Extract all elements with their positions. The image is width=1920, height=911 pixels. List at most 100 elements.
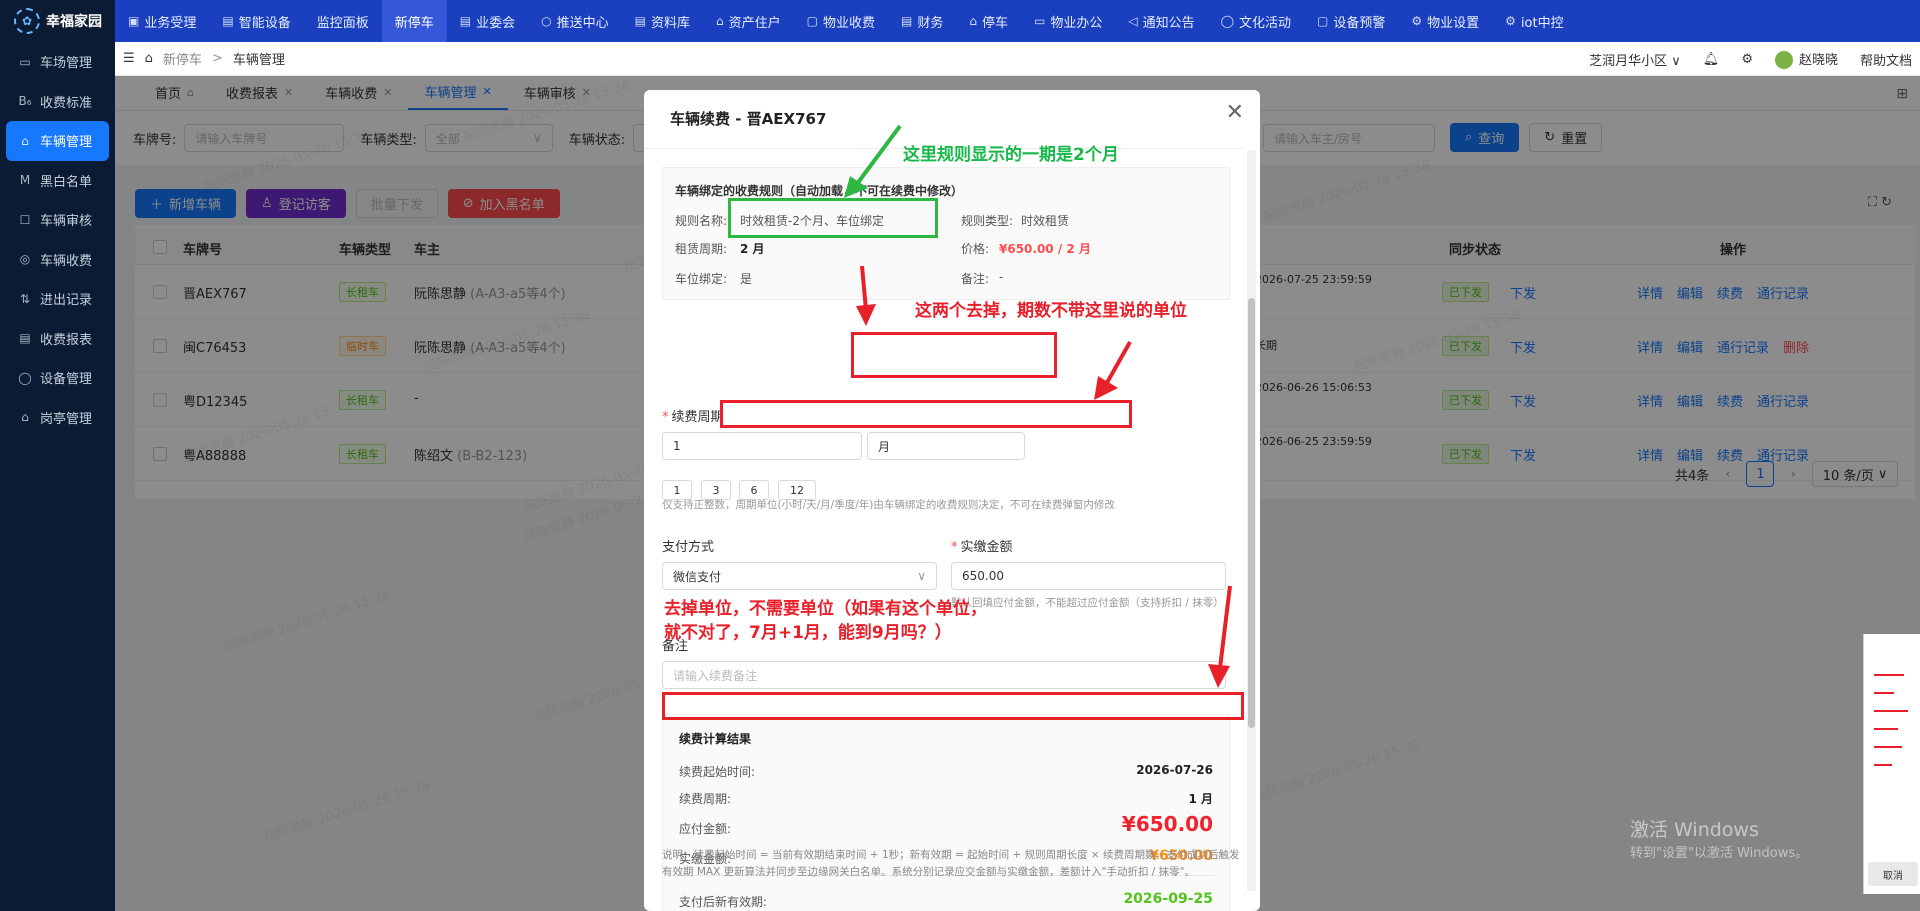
topnav-item-3[interactable]: 新停车 (381, 0, 447, 42)
topnav-label: 财务 (917, 15, 944, 31)
calc-period-label: 续费周期: (679, 792, 732, 806)
topnav-item-4[interactable]: ▤ 业委会 (447, 0, 528, 42)
help-doc-link[interactable]: 帮助文档 (1860, 50, 1912, 69)
user-name: 赵晓晓 (1798, 52, 1838, 68)
sidebar-item-icon: M (19, 173, 31, 188)
close-icon[interactable]: ✕ (1226, 100, 1244, 125)
sidebar-item-1[interactable]: B₆ 收费标准 (0, 82, 115, 122)
amount-hint: 默认回填应付金额，不能超过应付金额（支持折扣 / 抹零） (951, 597, 1224, 609)
period-input[interactable]: 1 (662, 432, 862, 460)
sidebar-item-9[interactable]: ⌂ 岗亭管理 (0, 398, 115, 438)
sidebar-item-icon: ⌂ (21, 133, 29, 148)
rule-price-value: ¥650.00 / 2 月 (999, 242, 1091, 256)
unit-input[interactable]: 月 (867, 432, 1025, 460)
rule-name-label: 规则名称: (675, 214, 728, 228)
topnav-icon: ○ (541, 14, 552, 28)
topnav-icon: ▤ (222, 14, 234, 28)
app-logo[interactable]: ✿ 幸福家园 (0, 0, 115, 42)
amount-input[interactable]: 650.00 (951, 562, 1226, 590)
calc-due-label: 应付金额: (679, 822, 732, 836)
breadcrumb-separator: > (211, 51, 223, 66)
sidebar-item-label: 车场管理 (40, 56, 93, 72)
remark-input[interactable]: 请输入续费备注 (662, 661, 1226, 689)
app-title: 幸福家园 (46, 14, 102, 30)
topnav-icon: ▭ (1033, 14, 1046, 28)
topnav-icon: ▢ (1317, 14, 1329, 28)
topnav-item-9[interactable]: ▤ 财务 (888, 0, 956, 42)
sidebar-item-icon: ☐ (19, 212, 31, 227)
calc-title: 续费计算结果 (679, 732, 752, 746)
gear-icon[interactable]: ⚙ (1741, 52, 1753, 67)
topnav-item-0[interactable]: ▣ 业务受理 (115, 0, 209, 42)
topnav-item-8[interactable]: ▢ 物业收费 (794, 0, 888, 42)
scrollbar-thumb[interactable] (1248, 298, 1255, 728)
topnav-icon: ▣ (128, 14, 140, 28)
topnav-label: 物业设置 (1427, 15, 1480, 31)
topnav-item-6[interactable]: ▤ 资料库 (622, 0, 703, 42)
red-arrow-icon (1094, 341, 1132, 400)
calc-new-label: 支付后新有效期: (679, 895, 768, 909)
topnav-item-14[interactable]: ▢ 设备预警 (1304, 0, 1398, 42)
chevron-down-icon: ∨ (917, 569, 926, 583)
avatar (1774, 51, 1793, 70)
topnav-item-2[interactable]: 监控面板 (304, 0, 382, 42)
side-thumbnail-panel: 取消 (1863, 634, 1920, 894)
menu-fold-icon[interactable]: ☰ (123, 51, 135, 66)
topnav-icon: ⌂ (715, 14, 724, 28)
sidebar-item-icon: ◎ (19, 252, 31, 267)
user-menu[interactable]: 赵晓晓 (1774, 49, 1838, 70)
calc-due-value: ¥650.00 (1121, 812, 1213, 836)
topnav-item-11[interactable]: ▭ 物业办公 (1021, 0, 1115, 42)
sidebar-item-label: 黑白名单 (40, 174, 93, 190)
topnav-icon: ▤ (900, 14, 913, 28)
windows-activation-subtitle: 转到"设置"以激活 Windows。 (1630, 846, 1809, 861)
topnav-item-13[interactable]: ◯ 文化活动 (1208, 0, 1304, 42)
topnav-item-7[interactable]: ⌂ 资产住户 (703, 0, 794, 42)
topnav-icon: ⚙ (1505, 14, 1516, 28)
rule-heading: 车辆绑定的收费规则（自动加载，不可在续费中修改） (675, 184, 964, 198)
rule-type-label: 规则类型: (961, 214, 1014, 228)
sidebar-item-icon: B₆ (18, 94, 32, 109)
period-hint: 仅支持正整数，周期单位(小时/天/月/季度/年)由车辆绑定的收费规则决定，不可在… (662, 499, 1115, 511)
breadcrumb-parent[interactable]: 新停车 (163, 49, 202, 68)
sidebar-item-5[interactable]: ◎ 车辆收费 (0, 240, 115, 280)
thumb-line (1874, 746, 1902, 748)
calc-start-value: 2026-07-26 (1136, 763, 1213, 777)
bell-icon[interactable]: 🔔︎ (1703, 52, 1720, 67)
thumb-cancel-button[interactable]: 取消 (1868, 862, 1918, 886)
topnav-item-12[interactable]: ◁ 通知公告 (1115, 0, 1207, 42)
sidebar-item-label: 车辆审核 (40, 214, 93, 230)
sidebar-item-label: 设备管理 (40, 372, 93, 388)
pay-method-select[interactable]: 微信支付 ∨ (662, 562, 937, 590)
topnav-label: 资料库 (650, 15, 690, 31)
thumb-line (1874, 728, 1898, 730)
sidebar-item-0[interactable]: ▭ 车场管理 (0, 42, 115, 82)
topnav-item-10[interactable]: ⌂ 停车 (956, 0, 1021, 42)
home-icon[interactable]: ⌂ (145, 51, 153, 66)
sidebar-item-6[interactable]: ⇅ 进出记录 (0, 279, 115, 319)
topnav-item-1[interactable]: ▤ 智能设备 (209, 0, 303, 42)
calc-period-value: 1 月 (1188, 792, 1213, 806)
sidebar-item-3[interactable]: M 黑白名单 (0, 161, 115, 201)
sidebar: ✿ 幸福家园 ▭ 车场管理 B₆ 收费标准 ⌂ 车辆管理 M 黑白名单 ☐ 车辆审核 ◎ 车辆收费 ⇅ 进… (0, 0, 115, 911)
topnav-label: 推送中心 (556, 15, 609, 31)
renew-note: 说明：续费起始时间 = 当前有效期结束时间 + 1秒；新有效期 = 起始时间 +… (662, 849, 1240, 878)
sidebar-item-4[interactable]: ☐ 车辆审核 (0, 200, 115, 240)
sidebar-item-8[interactable]: ◯ 设备管理 (0, 358, 115, 398)
modal-scrollbar[interactable] (1247, 150, 1256, 891)
topnav-item-15[interactable]: ⚙ 物业设置 (1398, 0, 1492, 42)
rule-bind-label: 车位绑定: (675, 272, 728, 286)
sidebar-item-label: 车辆管理 (40, 135, 93, 151)
topnav-item-5[interactable]: ○ 推送中心 (528, 0, 622, 42)
topnav-item-16[interactable]: ⚙ iot中控 (1492, 0, 1576, 42)
sidebar-item-2[interactable]: ⌂ 车辆管理 (6, 121, 109, 161)
red-annotation-text-2: 去掉单位，不需要单位（如果有这个单位， (664, 599, 987, 619)
red-arrow-icon (1208, 585, 1232, 688)
community-select[interactable]: 芝润月华小区 ∨ (1589, 50, 1681, 69)
sidebar-item-7[interactable]: ▤ 收费报表 (0, 319, 115, 359)
topnav-label: 资产住户 (728, 15, 781, 31)
sidebar-item-label: 岗亭管理 (40, 411, 93, 427)
rule-type-value: 时效租赁 (1021, 214, 1070, 228)
topnav-icon: ▤ (459, 14, 472, 28)
green-annotation-box (728, 198, 938, 238)
